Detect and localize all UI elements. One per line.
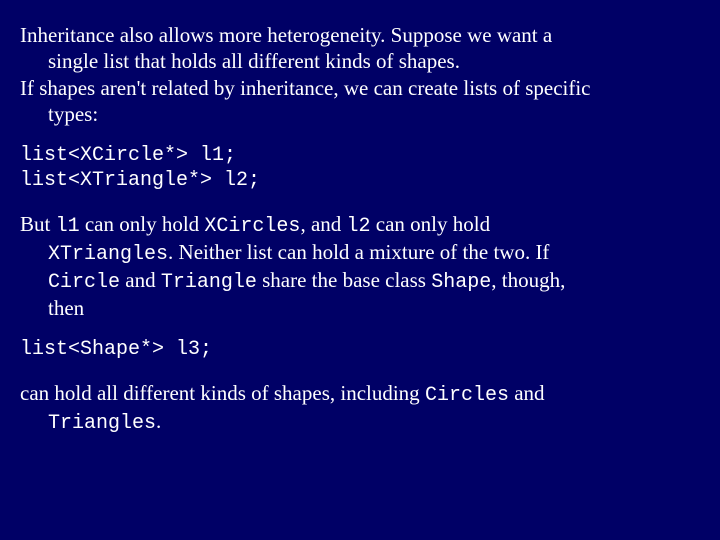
code-inline: Triangles xyxy=(48,412,156,435)
text: and xyxy=(120,268,161,292)
code-block-2: list<Shape*> l3; xyxy=(20,337,700,362)
text: then xyxy=(20,295,700,321)
text: . Neither list can hold a mixture of the… xyxy=(168,240,549,264)
paragraph-1: Inheritance also allows more heterogenei… xyxy=(20,22,700,75)
paragraph-3: But l1 can only hold XCircles, and l2 ca… xyxy=(20,211,700,321)
code-inline: Shape xyxy=(431,271,491,294)
code-line: list<XCircle*> l1; xyxy=(20,143,700,168)
code-inline: Circles xyxy=(425,384,509,407)
text: , and xyxy=(300,212,346,236)
text: If shapes aren't related by inheritance,… xyxy=(20,76,591,100)
text: share the base class xyxy=(257,268,431,292)
code-inline: Triangle xyxy=(161,271,257,294)
text-line: Triangles. xyxy=(20,408,700,436)
text: Inheritance also allows more heterogenei… xyxy=(20,23,552,47)
text: can hold all different kinds of shapes, … xyxy=(20,381,425,405)
text: . xyxy=(156,409,161,433)
code-inline: XTriangles xyxy=(48,243,168,266)
code-inline: l1 xyxy=(56,215,80,238)
text: can only hold xyxy=(80,212,205,236)
code-inline: XCircles xyxy=(204,215,300,238)
text: types: xyxy=(20,101,700,127)
paragraph-4: can hold all different kinds of shapes, … xyxy=(20,380,700,436)
code-block-1: list<XCircle*> l1; list<XTriangle*> l2; xyxy=(20,143,700,193)
slide-content: Inheritance also allows more heterogenei… xyxy=(0,0,720,472)
code-inline: l2 xyxy=(347,215,371,238)
text: single list that holds all different kin… xyxy=(20,48,700,74)
text: and xyxy=(509,381,545,405)
code-line: list<XTriangle*> l2; xyxy=(20,168,700,193)
text-line: XTriangles. Neither list can hold a mixt… xyxy=(20,239,700,267)
text: , though, xyxy=(491,268,565,292)
text: But xyxy=(20,212,56,236)
text: can only hold xyxy=(371,212,491,236)
text-line: Circle and Triangle share the base class… xyxy=(20,267,700,295)
code-line: list<Shape*> l3; xyxy=(20,337,700,362)
code-inline: Circle xyxy=(48,271,120,294)
paragraph-2: If shapes aren't related by inheritance,… xyxy=(20,75,700,128)
